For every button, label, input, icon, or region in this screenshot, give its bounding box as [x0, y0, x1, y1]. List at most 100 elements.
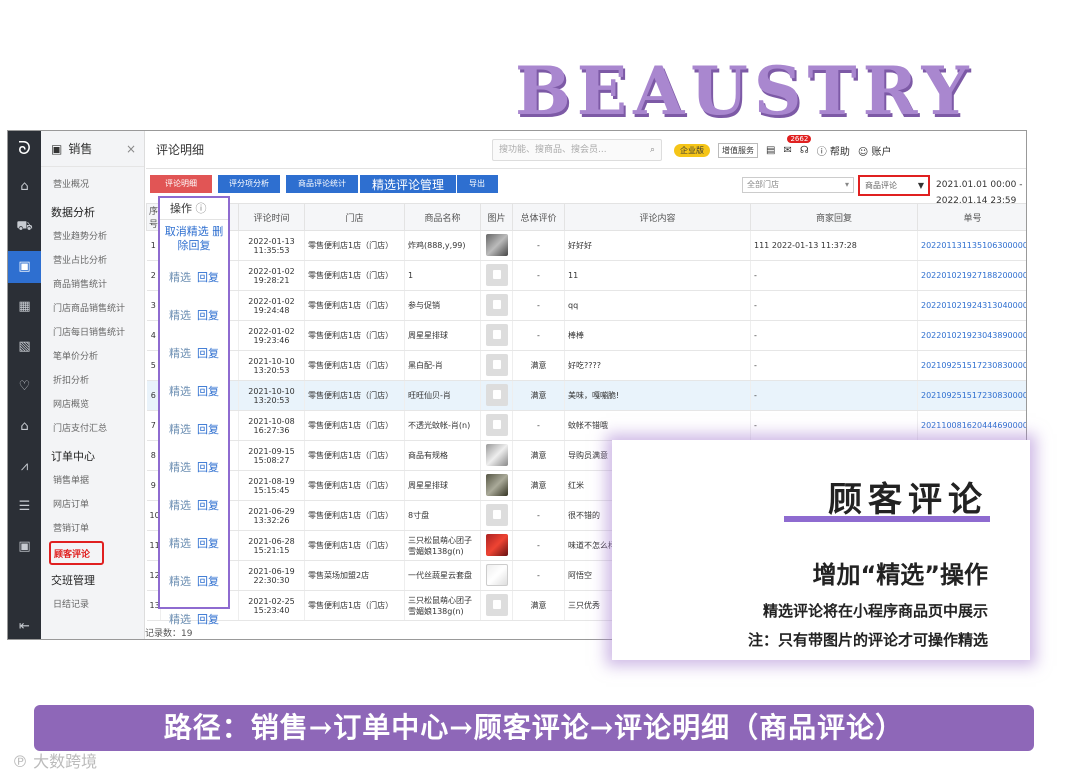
- settings-icon[interactable]: ☰: [8, 491, 41, 523]
- image-cell[interactable]: [480, 380, 513, 411]
- sidebar-item[interactable]: 顾客评论: [49, 541, 104, 565]
- order-number[interactable]: 2022010219230438900001: [917, 320, 1026, 351]
- shop-icon[interactable]: ⛟: [8, 211, 41, 243]
- product-thumbnail[interactable]: [485, 443, 508, 466]
- tab-comment-detail[interactable]: 评论明细: [150, 175, 212, 193]
- member-icon[interactable]: ▧: [8, 331, 41, 363]
- product-thumbnail[interactable]: [485, 563, 508, 586]
- product-thumbnail[interactable]: [485, 323, 508, 346]
- product-thumbnail[interactable]: [485, 293, 508, 316]
- order-number[interactable]: 2021092515172308300002: [917, 380, 1026, 411]
- sidebar-item[interactable]: 门店每日销售统计: [41, 321, 144, 345]
- device-icon[interactable]: ▣: [8, 531, 41, 563]
- close-icon[interactable]: ×: [126, 142, 136, 156]
- inventory-icon[interactable]: ▦: [8, 291, 41, 323]
- product-thumbnail[interactable]: [485, 503, 508, 526]
- tab-score-analysis[interactable]: 评分项分析: [218, 175, 280, 193]
- image-cell[interactable]: [480, 260, 513, 291]
- marketing-icon[interactable]: ♡: [8, 371, 41, 403]
- reply-button[interactable]: 回复: [197, 573, 219, 589]
- sidebar-item[interactable]: 营销订单: [41, 517, 144, 541]
- comment-type-select[interactable]: 商品评论 ▼: [858, 175, 930, 196]
- reply-button[interactable]: 回复: [197, 345, 219, 361]
- feature-button[interactable]: 精选: [169, 345, 191, 361]
- help-button[interactable]: ⓘ 帮助: [817, 143, 850, 158]
- sidebar-item[interactable]: 营业概况: [41, 173, 144, 197]
- home-icon[interactable]: ⌂: [8, 171, 41, 203]
- clipboard-icon[interactable]: ▤: [766, 145, 775, 156]
- order-number[interactable]: 2021092515172308300002: [917, 350, 1026, 381]
- sidebar-item[interactable]: 商品销售统计: [41, 273, 144, 297]
- order-number[interactable]: 2022010219243130400002: [917, 290, 1026, 321]
- value-added-button[interactable]: 增值服务: [718, 142, 758, 158]
- export-button[interactable]: 导出: [456, 175, 498, 193]
- product-thumbnail[interactable]: [485, 413, 508, 436]
- sidebar-item[interactable]: 门店支付汇总: [41, 417, 144, 441]
- account-button[interactable]: ☺ 账户: [858, 143, 892, 158]
- product-thumbnail[interactable]: [485, 473, 508, 496]
- image-cell[interactable]: [480, 470, 513, 501]
- feature-button[interactable]: 精选: [169, 421, 191, 437]
- sidebar-item[interactable]: 笔单价分析: [41, 345, 144, 369]
- feature-button[interactable]: 精选: [169, 383, 191, 399]
- feature-button[interactable]: 精选: [169, 307, 191, 323]
- feature-button[interactable]: 精选: [169, 269, 191, 285]
- feature-button[interactable]: 精选: [169, 611, 191, 627]
- unfeature-button[interactable]: 取消精选 删除回复: [165, 225, 224, 252]
- product-thumbnail[interactable]: [485, 263, 508, 286]
- reply-button[interactable]: 回复: [197, 383, 219, 399]
- product-thumbnail[interactable]: [485, 533, 508, 556]
- tab-product-comment-stats[interactable]: 商品评论统计: [286, 175, 358, 193]
- order-number[interactable]: 2021100816204446900001: [917, 410, 1026, 441]
- sidebar-item[interactable]: 网店概览: [41, 393, 144, 417]
- finance-icon[interactable]: ⌂: [8, 411, 41, 443]
- image-cell[interactable]: [480, 230, 513, 261]
- image-cell[interactable]: [480, 320, 513, 351]
- tab-featured-comments[interactable]: 精选评论管理: [359, 174, 457, 194]
- store-select[interactable]: 全部门店 ▾: [742, 177, 854, 193]
- image-cell[interactable]: [480, 350, 513, 381]
- feature-button[interactable]: 精选: [169, 459, 191, 475]
- image-cell[interactable]: [480, 530, 513, 561]
- product-thumbnail[interactable]: [485, 383, 508, 406]
- reply-button[interactable]: 回复: [197, 611, 219, 627]
- store-name: 零售便利店1店（门店）: [304, 230, 405, 261]
- image-cell[interactable]: [480, 590, 513, 621]
- feature-button[interactable]: 精选: [169, 535, 191, 551]
- product-thumbnail[interactable]: [485, 353, 508, 376]
- sidebar-item[interactable]: 日结记录: [41, 593, 144, 617]
- sidebar-item[interactable]: 销售单据: [41, 469, 144, 493]
- sidebar-item[interactable]: 营业占比分析: [41, 249, 144, 273]
- reply-button[interactable]: 回复: [197, 269, 219, 285]
- image-cell[interactable]: [480, 560, 513, 591]
- reply-button[interactable]: 回复: [197, 307, 219, 323]
- image-cell[interactable]: [480, 410, 513, 441]
- collapse-icon[interactable]: ⇤: [8, 611, 41, 639]
- order-number[interactable]: 2022011311351063000002: [917, 230, 1026, 261]
- sidebar-header: ▣ 销售 ×: [41, 131, 144, 167]
- headset-icon[interactable]: ☊: [800, 145, 809, 156]
- sidebar-item[interactable]: 门店商品销售统计: [41, 297, 144, 321]
- product-thumbnail[interactable]: [485, 233, 508, 256]
- feature-button[interactable]: 精选: [169, 573, 191, 589]
- feature-button[interactable]: 精选: [169, 497, 191, 513]
- sidebar-item[interactable]: 折扣分析: [41, 369, 144, 393]
- reply-button[interactable]: 回复: [197, 497, 219, 513]
- search-icon[interactable]: ⌕: [650, 140, 655, 160]
- reply-button[interactable]: 回复: [197, 459, 219, 475]
- sales-icon[interactable]: ▣: [8, 251, 41, 283]
- sidebar-item[interactable]: 网店订单: [41, 493, 144, 517]
- order-number[interactable]: 2022010219271882000003: [917, 260, 1026, 291]
- image-cell[interactable]: [480, 290, 513, 321]
- reply-button[interactable]: 回复: [197, 421, 219, 437]
- logo-icon[interactable]: ᘐ: [8, 131, 41, 167]
- image-cell[interactable]: [480, 500, 513, 531]
- reply-button[interactable]: 回复: [197, 535, 219, 551]
- product-thumbnail[interactable]: [485, 593, 508, 616]
- image-cell[interactable]: [480, 440, 513, 471]
- report-icon[interactable]: ⩘: [8, 451, 41, 483]
- search-input[interactable]: 搜功能、搜商品、搜会员... ⌕: [492, 139, 662, 161]
- notification-icon[interactable]: ✉ 2662: [783, 134, 812, 156]
- sidebar-item[interactable]: 营业趋势分析: [41, 225, 144, 249]
- product-name: 参与促销: [404, 290, 481, 321]
